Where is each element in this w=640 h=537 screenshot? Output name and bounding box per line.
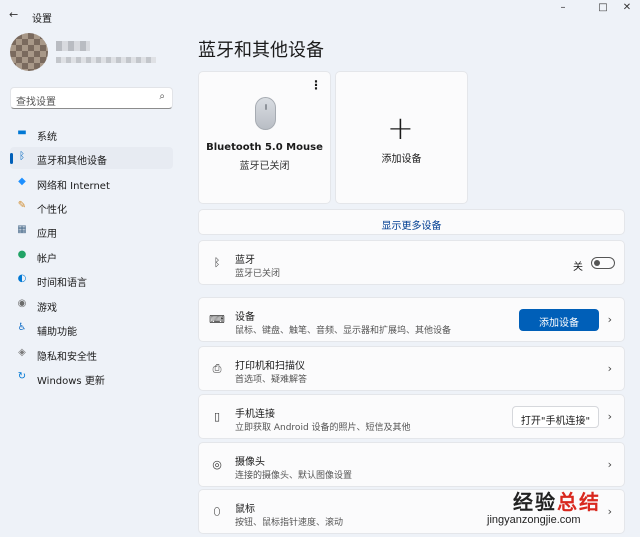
sidebar-item-personalization[interactable]: ✎ 个性化 [10,196,173,218]
monitor-icon: ▬ [17,127,27,138]
watermark: 经验总结 jingyanzongjie.com [487,484,637,534]
row-title: 手机连接 [235,409,275,420]
plus-icon: + [387,109,414,147]
chevron-right-icon: › [607,313,612,326]
row-title: 设备 [235,312,255,323]
bluetooth-row: ᛒ 蓝牙 蓝牙已关闭 关 [198,240,625,285]
gamepad-icon: ◉ [17,298,27,309]
printer-icon: ⎙ [212,362,222,375]
title-bar: ← 设置 – □ ✕ [0,0,640,30]
person-icon: ● [17,249,27,260]
search-icon: ⌕ [159,91,165,102]
show-more-devices-button[interactable]: 显示更多设备 [198,209,625,235]
search-input[interactable]: 查找设置 ⌕ [10,87,173,109]
sidebar-item-label: 游戏 [37,303,57,314]
user-email-blurred [56,57,156,63]
user-name-blurred [56,41,90,51]
sidebar-item-bluetooth[interactable]: ᛒ 蓝牙和其他设备 [10,147,173,169]
mouse-icon: ⬯ [213,505,221,518]
sidebar-item-privacy[interactable]: ◈ 隐私和安全性 [10,343,173,365]
row-subtitle: 按钮、鼠标指针速度、滚动 [235,518,344,528]
wifi-icon: ◆ [18,176,26,187]
sidebar-item-label: 时间和语言 [37,278,87,289]
camera-row[interactable]: ◎ 摄像头 连接的摄像头、默认图像设置 › [198,442,625,487]
update-icon: ↻ [17,371,27,382]
sidebar-item-label: 个性化 [37,205,67,216]
sidebar-item-accessibility[interactable]: ♿ 辅助功能 [10,318,173,340]
camera-icon: ◎ [212,458,222,471]
device-card[interactable]: ⋮ Bluetooth 5.0 Mouse 蓝牙已关闭 [198,71,331,204]
row-title: 打印机和扫描仪 [235,361,305,372]
sidebar-item-time-language[interactable]: ◐ 时间和语言 [10,269,173,291]
app-title: 设置 [32,14,52,25]
row-subtitle: 鼠标、键盘、触笔、音频、显示器和扩展坞、其他设备 [235,326,452,336]
page-title: 蓝牙和其他设备 [198,40,324,61]
sidebar-item-label: Windows 更新 [37,376,105,387]
open-phone-link-button[interactable]: 打开"手机连接" [512,406,599,428]
row-title: 蓝牙 [235,255,255,266]
mouse-device-icon [255,97,276,130]
row-subtitle: 立即获取 Android 设备的照片、短信及其他 [235,423,411,433]
search-placeholder: 查找设置 [16,97,56,108]
row-title: 鼠标 [235,504,255,515]
device-name: Bluetooth 5.0 Mouse [206,142,323,153]
bluetooth-icon: ᛒ [213,256,221,269]
watermark-url: jingyanzongjie.com [487,514,581,526]
row-subtitle: 蓝牙已关闭 [235,269,281,279]
minimize-button[interactable]: – [550,2,576,13]
chevron-right-icon: › [607,410,612,423]
chevron-right-icon: › [607,362,612,375]
sidebar-item-label: 网络和 Internet [37,181,110,192]
sidebar-item-windows-update[interactable]: ↻ Windows 更新 [10,367,173,389]
device-status: 蓝牙已关闭 [239,161,290,172]
sidebar-item-label: 系统 [37,132,57,143]
bluetooth-toggle[interactable] [591,257,615,269]
sidebar-item-gaming[interactable]: ◉ 游戏 [10,294,173,316]
row-subtitle: 首选项、疑难解答 [235,375,308,385]
keyboard-icon: ⌨ [209,313,225,326]
shield-icon: ◈ [18,347,26,358]
sidebar-item-accounts[interactable]: ● 帐户 [10,245,173,267]
sidebar-item-label: 帐户 [37,254,57,265]
apps-icon: ▦ [17,224,27,235]
maximize-button[interactable]: □ [590,2,616,13]
brush-icon: ✎ [17,200,27,211]
avatar[interactable] [10,33,48,71]
add-device-card[interactable]: + 添加设备 [335,71,468,204]
add-device-label: 添加设备 [381,154,422,165]
row-title: 摄像头 [235,457,265,468]
sidebar-item-label: 蓝牙和其他设备 [37,156,107,167]
bluetooth-icon: ᛒ [19,151,25,162]
watermark-text: 经验总结 [513,490,601,514]
sidebar-item-label: 隐私和安全性 [37,352,97,363]
accessibility-icon: ♿ [17,322,27,333]
add-device-button[interactable]: 添加设备 [519,309,599,331]
more-options-icon[interactable]: ⋮ [310,78,322,92]
sidebar-item-label: 应用 [37,229,57,240]
sidebar-item-apps[interactable]: ▦ 应用 [10,220,173,242]
sidebar-item-network[interactable]: ◆ 网络和 Internet [10,172,173,194]
back-arrow-icon[interactable]: ← [9,8,18,21]
globe-clock-icon: ◐ [17,273,27,284]
row-subtitle: 连接的摄像头、默认图像设置 [235,471,353,481]
chevron-right-icon: › [607,458,612,471]
sidebar-item-label: 辅助功能 [37,327,77,338]
phone-icon: ▯ [213,410,221,423]
sidebar-item-system[interactable]: ▬ 系统 [10,123,173,145]
devices-row[interactable]: ⌨ 设备 鼠标、键盘、触笔、音频、显示器和扩展坞、其他设备 添加设备 › [198,297,625,342]
printers-row[interactable]: ⎙ 打印机和扫描仪 首选项、疑难解答 › [198,346,625,391]
toggle-state-label: 关 [573,262,583,273]
phone-link-row[interactable]: ▯ 手机连接 立即获取 Android 设备的照片、短信及其他 打开"手机连接"… [198,394,625,439]
close-button[interactable]: ✕ [614,2,640,13]
